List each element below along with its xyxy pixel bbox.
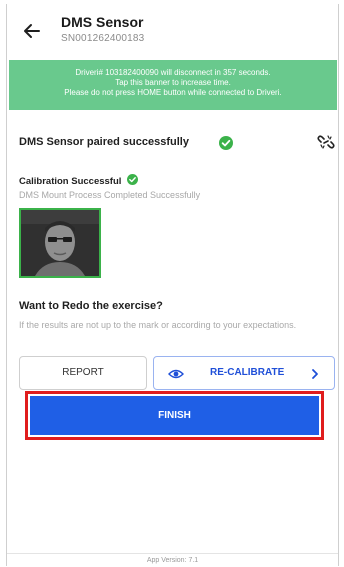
recalibrate-label: RE-CALIBRATE <box>210 367 285 378</box>
page-title: DMS Sensor <box>61 14 144 30</box>
check-circle-icon <box>219 136 233 150</box>
banner-line-3: Please do not press HOME button while co… <box>64 88 282 97</box>
report-button[interactable]: REPORT <box>19 356 147 390</box>
face-photo-icon <box>21 210 99 276</box>
paired-status-row: DMS Sensor paired successfully <box>19 134 335 152</box>
finish-button[interactable]: FINISH <box>30 396 319 435</box>
banner-line-2: Tap this banner to increase time. <box>115 78 231 87</box>
app-screen: DMS Sensor SN001262400183 Driveri# 10318… <box>6 4 339 566</box>
banner-line-1: Driveri# 103182400090 will disconnect in… <box>75 68 271 77</box>
chevron-right-icon <box>312 369 318 379</box>
calibration-title-text: Calibration Successful <box>19 176 122 187</box>
footer-divider <box>7 553 338 554</box>
recalibrate-button[interactable]: RE-CALIBRATE <box>153 356 335 390</box>
redo-title: Want to Redo the exercise? <box>19 300 163 312</box>
paired-status-text: DMS Sensor paired successfully <box>19 136 189 148</box>
redo-description: If the results are not up to the mark or… <box>19 320 297 330</box>
driver-face-image <box>19 208 101 278</box>
back-arrow-icon[interactable] <box>23 22 41 40</box>
disconnect-banner[interactable]: Driveri# 103182400090 will disconnect in… <box>9 60 337 110</box>
check-circle-icon <box>127 174 139 185</box>
calibration-title: Calibration Successful <box>19 174 139 187</box>
calibration-subtitle: DMS Mount Process Completed Successfully <box>19 190 201 200</box>
device-serial: SN001262400183 <box>61 33 145 44</box>
app-version: App Version: 7.1 <box>146 557 199 564</box>
header: DMS Sensor SN001262400183 <box>7 4 338 56</box>
eye-icon <box>168 369 184 379</box>
unlink-icon[interactable] <box>317 134 335 150</box>
